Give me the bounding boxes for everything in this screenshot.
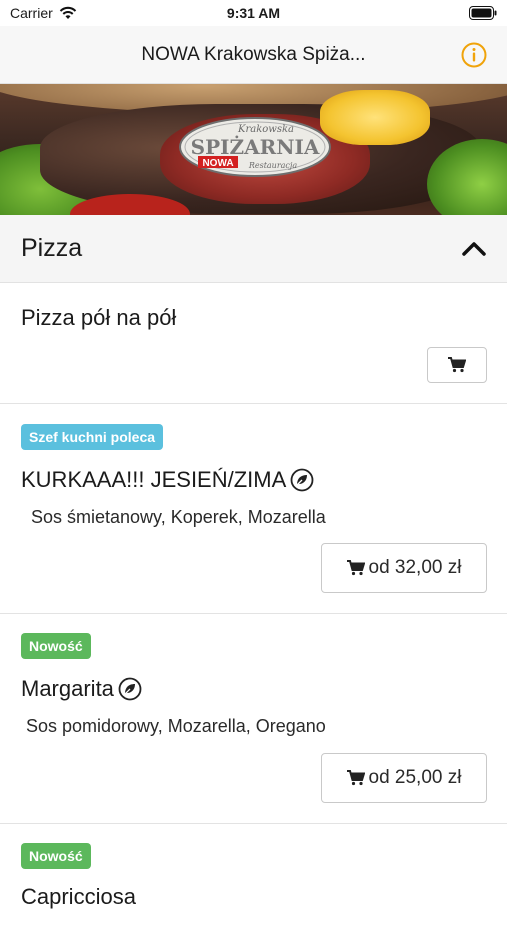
menu-item-name: Capricciosa [21,884,136,909]
cart-icon [346,560,365,576]
menu-item[interactable]: Nowość Margarita Sos pomidorowy, Mozarel… [0,614,507,824]
new-badge: Nowość [21,633,91,659]
price-label: od 25,00 zł [368,767,462,788]
category-header-pizza[interactable]: Pizza [0,215,507,283]
menu-item[interactable]: Nowość Capricciosa [0,824,507,944]
clock: 9:31 AM [226,5,281,21]
cart-icon [346,770,365,786]
new-badge: Nowość [21,843,91,869]
price-add-to-cart-button[interactable]: od 25,00 zł [321,753,487,803]
info-icon[interactable] [461,42,487,68]
logo-top-text: Krakowska [237,124,294,135]
logo-badge-text: NOWA [202,158,233,169]
price-add-to-cart-button[interactable]: od 32,00 zł [321,543,487,593]
price-label: od 32,00 zł [368,557,462,578]
restaurant-logo: Krakowska SPIŻARNIA NOWA Restauracja [179,117,331,177]
vegetarian-leaf-icon [118,677,142,701]
page-title: NOWA Krakowska Spiża... [141,44,366,65]
cart-icon [448,357,466,373]
chef-recommends-badge: Szef kuchni poleca [21,424,164,450]
category-title: Pizza [21,234,83,262]
menu-item[interactable]: Szef kuchni poleca KURKAAA!!! JESIEŃ/ZIM… [0,404,507,614]
logo-bottom-text: Restauracja [248,161,298,170]
menu-item-name: Margarita [21,676,142,702]
chevron-up-icon[interactable] [461,239,487,257]
menu-item-name: Pizza pół na pół [21,305,177,330]
battery-icon [469,6,497,20]
status-bar: Carrier 9:31 AM [0,0,507,26]
menu-item-description: Sos pomidorowy, Mozarella, Oregano [26,716,326,736]
vegetarian-leaf-icon [290,468,314,492]
navigation-bar: NOWA Krakowska Spiża... [0,26,507,84]
add-to-cart-button[interactable] [427,347,487,383]
logo-main-text: SPIŻARNIA [191,135,320,159]
menu-item-name: KURKAAA!!! JESIEŃ/ZIMA [21,467,314,493]
menu-item[interactable]: Pizza pół na pół [0,283,507,404]
menu-item-description: Sos śmietanowy, Koperek, Mozarella [31,507,326,527]
